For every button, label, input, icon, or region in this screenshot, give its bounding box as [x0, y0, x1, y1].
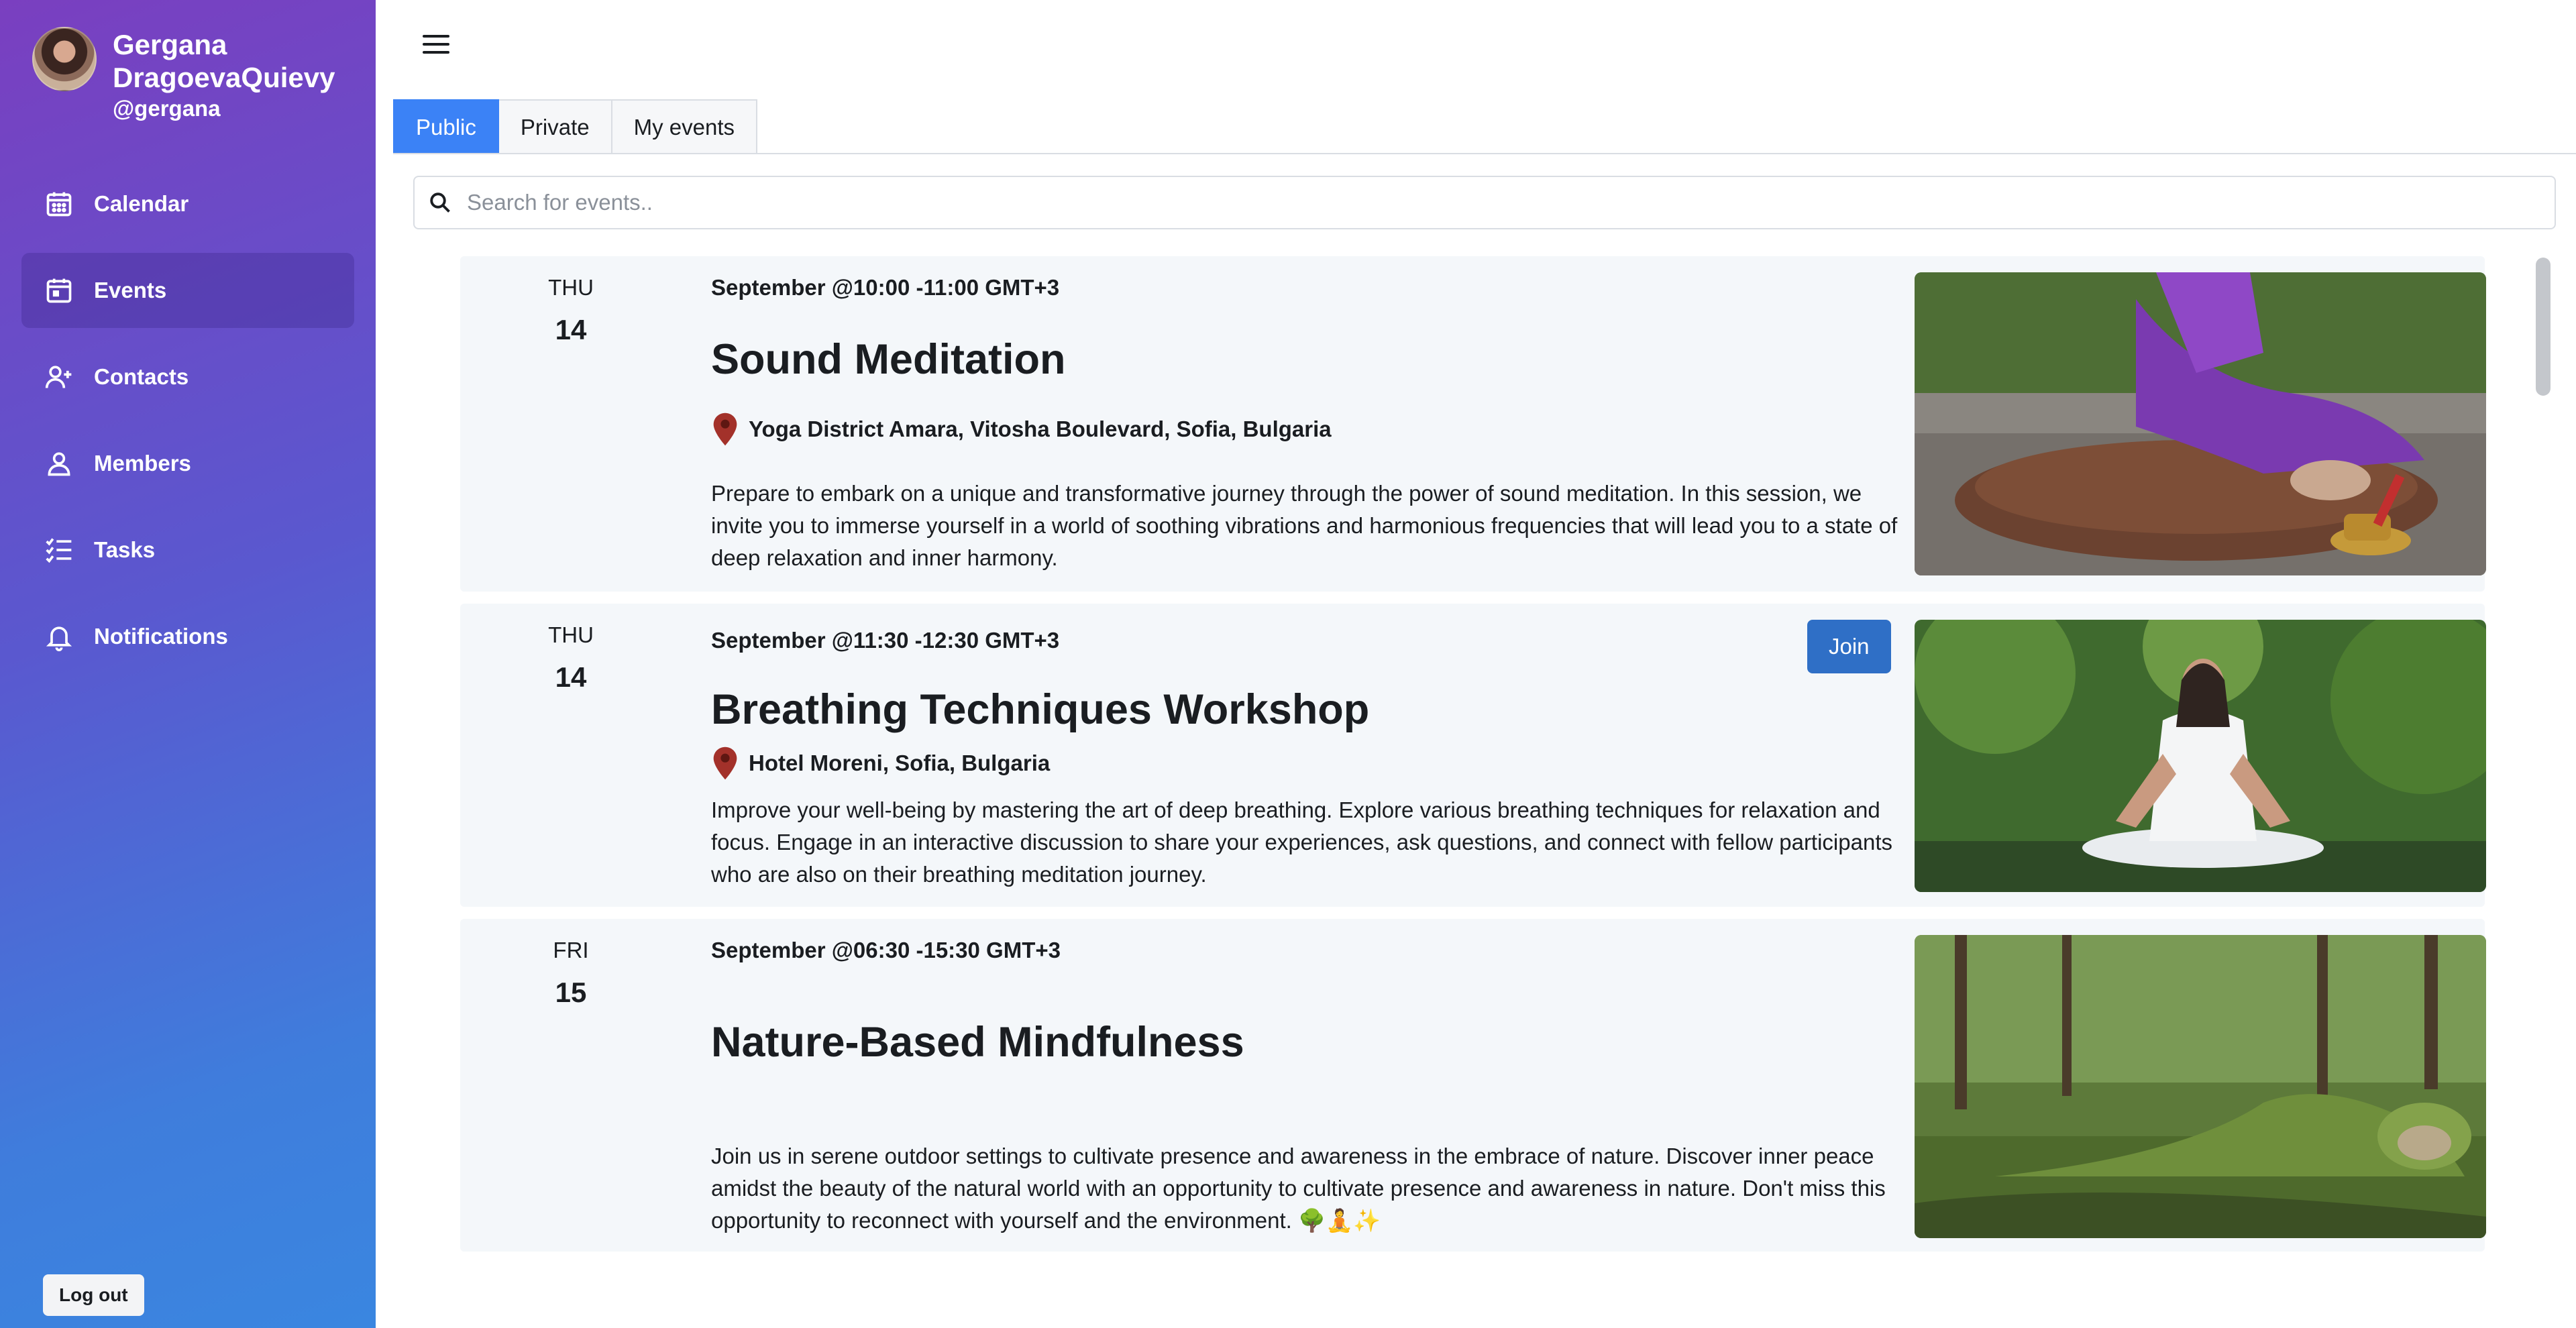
event-location-text: Hotel Moreni, Sofia, Bulgaria	[749, 751, 1051, 775]
event-weekday: THU	[548, 275, 594, 300]
scrollbar-track[interactable]	[2534, 256, 2553, 1303]
bell-icon	[44, 622, 74, 651]
event-weekday: THU	[548, 622, 594, 647]
join-button[interactable]: Join	[1807, 620, 1891, 673]
sidebar: Gergana DragoevaQuievy @gergana Calendar…	[0, 0, 376, 1328]
sidebar-item-label: Members	[94, 451, 191, 476]
calendar-icon	[44, 189, 74, 219]
main-content: Public Private My events THU 14 Septembe…	[376, 0, 2576, 1328]
user-handle: @gergana	[113, 96, 221, 121]
sidebar-item-notifications[interactable]: Notifications	[21, 599, 354, 674]
event-title[interactable]: Nature-Based Mindfulness	[711, 1018, 1244, 1066]
sidebar-item-label: Events	[94, 278, 167, 302]
sidebar-item-tasks[interactable]: Tasks	[21, 512, 354, 588]
event-location: Hotel Moreni, Sofia, Bulgaria	[711, 746, 1050, 781]
event-image[interactable]	[1915, 935, 2486, 1238]
user-profile[interactable]: Gergana DragoevaQuievy @gergana	[32, 27, 381, 123]
location-pin-icon	[713, 746, 737, 780]
sidebar-item-events[interactable]: Events	[21, 253, 354, 328]
event-image[interactable]	[1915, 272, 2486, 575]
tab-public[interactable]: Public	[393, 99, 499, 154]
search-bar	[413, 176, 2556, 229]
sidebar-nav: Calendar Events Contacts Members Tasks N…	[21, 166, 354, 685]
event-card[interactable]: FRI 15 September @06:30 -15:30 GMT+3 Nat…	[460, 919, 2486, 1252]
sidebar-item-contacts[interactable]: Contacts	[21, 339, 354, 414]
event-description: Join us in serene outdoor settings to cu…	[711, 1144, 1886, 1233]
sidebar-item-label: Notifications	[94, 624, 228, 649]
event-image[interactable]	[1915, 620, 2486, 892]
sidebar-item-members[interactable]: Members	[21, 426, 354, 501]
user-icon	[44, 449, 74, 478]
event-description: Prepare to embark on a unique and transf…	[711, 481, 1898, 570]
sidebar-item-label: Tasks	[94, 537, 156, 562]
event-weekday: FRI	[553, 938, 589, 962]
logout-button[interactable]: Log out	[43, 1274, 144, 1316]
event-date: 14	[555, 314, 587, 345]
scrollbar-thumb[interactable]	[2536, 258, 2551, 396]
tab-my-events[interactable]: My events	[612, 99, 757, 154]
event-time: September @10:00 -11:00 GMT+3	[711, 275, 1060, 300]
location-pin-icon	[713, 412, 737, 446]
tabs-divider	[393, 153, 2576, 154]
event-card[interactable]: THU 14 September @11:30 -12:30 GMT+3 Joi…	[460, 604, 2486, 907]
search-icon	[430, 192, 450, 213]
event-card[interactable]: THU 14 September @10:00 -11:00 GMT+3 Sou…	[460, 256, 2486, 592]
checklist-icon	[44, 535, 74, 565]
event-tabs: Public Private My events	[393, 99, 757, 154]
event-location-text: Yoga District Amara, Vitosha Boulevard, …	[749, 417, 1332, 441]
hamburger-menu-icon[interactable]	[423, 35, 449, 59]
search-input[interactable]	[467, 190, 2479, 215]
event-calendar-icon	[44, 276, 74, 305]
event-date: 15	[555, 977, 587, 1008]
event-time: September @06:30 -15:30 GMT+3	[711, 938, 1061, 962]
sidebar-item-label: Calendar	[94, 191, 189, 216]
event-location: Yoga District Amara, Vitosha Boulevard, …	[711, 412, 1332, 447]
user-name: Gergana DragoevaQuievy	[113, 29, 335, 93]
sidebar-item-label: Contacts	[94, 364, 189, 389]
avatar[interactable]	[32, 27, 97, 91]
event-date: 14	[555, 661, 587, 693]
user-plus-icon	[44, 362, 74, 392]
event-time: September @11:30 -12:30 GMT+3	[711, 628, 1060, 653]
sidebar-item-calendar[interactable]: Calendar	[21, 166, 354, 241]
tab-private[interactable]: Private	[498, 99, 612, 154]
event-description: Improve your well-being by mastering the…	[711, 797, 1892, 887]
event-title[interactable]: Breathing Techniques Workshop	[711, 685, 1369, 734]
event-title[interactable]: Sound Meditation	[711, 335, 1065, 384]
